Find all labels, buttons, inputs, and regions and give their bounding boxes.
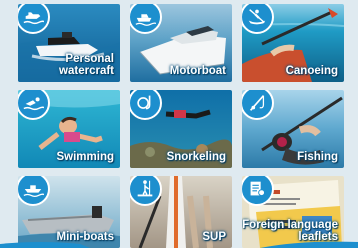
tile-label: Snorkeling	[166, 151, 226, 163]
tile-personal-watercraft[interactable]: Personal watercraft	[18, 4, 120, 82]
tile-label: Personal watercraft	[59, 53, 114, 77]
canoe-icon	[248, 9, 266, 25]
tile-snorkeling[interactable]: Snorkeling	[130, 90, 232, 168]
tile-label: Motorboat	[169, 65, 226, 77]
bottom-wave-decoration	[0, 241, 358, 248]
swimmer-icon	[23, 97, 44, 111]
tile-label: Swimming	[56, 151, 114, 163]
fishing-icon	[249, 95, 265, 111]
activity-grid: Personal watercraft Motorboat Canoeing S…	[0, 0, 358, 248]
miniboat-icon	[23, 185, 44, 197]
sup-icon	[137, 180, 153, 197]
tile-label: Fishing	[297, 151, 338, 163]
tile-fishing[interactable]: Fishing	[242, 90, 344, 168]
tile-canoeing[interactable]: Canoeing	[242, 4, 344, 82]
leaflet-icon	[250, 181, 265, 197]
motorboat-icon	[135, 14, 156, 26]
tile-label: Canoeing	[285, 65, 338, 77]
jetski-icon	[23, 12, 44, 25]
tile-motorboat[interactable]: Motorboat	[130, 4, 232, 82]
tile-swimming[interactable]: Swimming	[18, 90, 120, 168]
snorkel-icon	[137, 95, 151, 110]
